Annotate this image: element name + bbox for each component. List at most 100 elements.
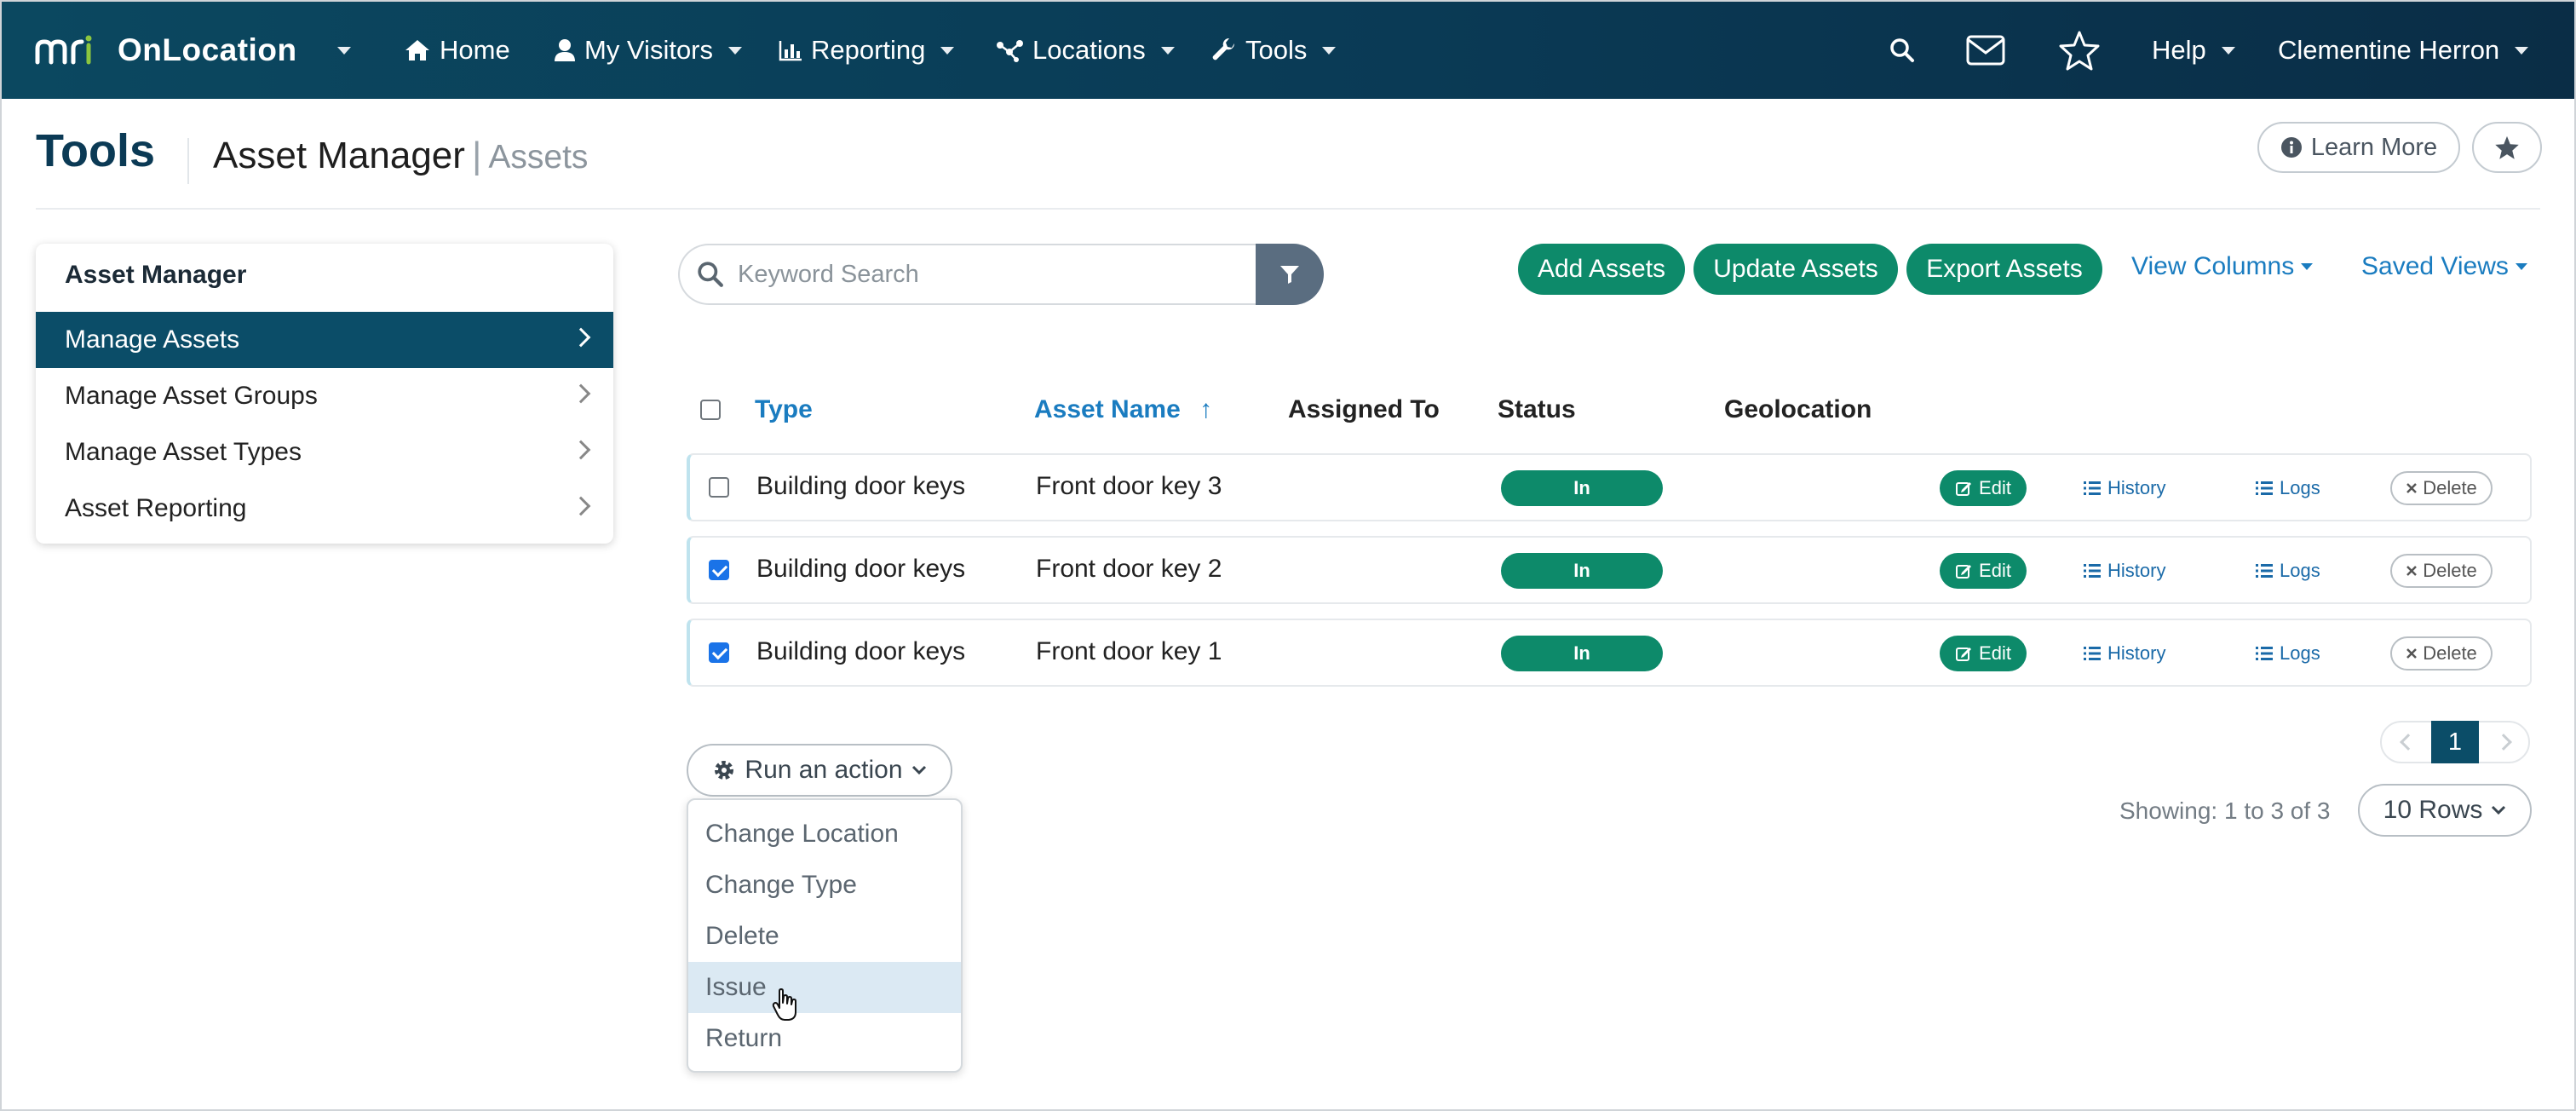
logs-link[interactable]: Logs (2256, 477, 2320, 499)
menu-item-change-type[interactable]: Change Type (688, 860, 961, 911)
select-all-checkbox[interactable] (700, 400, 721, 420)
edit-button[interactable]: Edit (1940, 470, 2027, 506)
rows-per-page-label: 10 Rows (2383, 796, 2483, 824)
column-header-assigned-to: Assigned To (1288, 395, 1440, 423)
edit-icon (1956, 482, 1972, 496)
saved-views-label: Saved Views (2361, 252, 2509, 280)
nav-reporting[interactable]: Reporting (779, 2, 955, 99)
nav-home-label: Home (440, 35, 510, 65)
export-assets-button[interactable]: Export Assets (1906, 244, 2102, 295)
list-icon (2256, 647, 2273, 660)
nav-home[interactable]: Home (404, 2, 510, 99)
star-icon (2495, 135, 2519, 159)
menu-item-return[interactable]: Return (688, 1013, 961, 1064)
history-link[interactable]: History (2084, 560, 2165, 582)
bar-chart-icon (779, 41, 802, 61)
close-icon (2406, 483, 2418, 493)
nav-search-button[interactable] (1889, 2, 1915, 99)
run-action-label: Run an action (745, 756, 903, 784)
nav-favorites-button[interactable] (2058, 2, 2101, 99)
cell-type: Building door keys (756, 555, 966, 583)
sort-ascending-icon: ↑ (1199, 395, 1213, 423)
list-icon (2256, 564, 2273, 578)
next-page-icon[interactable] (2495, 734, 2512, 751)
delete-button[interactable]: Delete (2390, 554, 2493, 588)
nav-tools[interactable]: Tools (1211, 2, 1337, 99)
history-link[interactable]: History (2084, 477, 2165, 499)
table-row: Building door keys Front door key 3 In E… (687, 453, 2532, 521)
gear-icon (715, 761, 734, 780)
row-checkbox[interactable] (709, 560, 729, 580)
view-columns-dropdown[interactable]: View Columns (2131, 252, 2314, 281)
page-subtitle: Asset Manager | Assets (213, 135, 588, 177)
menu-item-change-location[interactable]: Change Location (688, 809, 961, 860)
sidebar-item-manage-assets[interactable]: Manage Assets (36, 312, 613, 368)
edit-button[interactable]: Edit (1940, 636, 2027, 671)
learn-more-label: Learn More (2310, 133, 2438, 161)
nav-my-visitors-label: My Visitors (584, 35, 714, 65)
hand-pointer-cursor-icon (772, 988, 796, 1021)
column-header-type[interactable]: Type (755, 395, 813, 424)
nav-my-visitors[interactable]: My Visitors (554, 2, 743, 99)
sidebar-item-asset-reporting[interactable]: Asset Reporting (36, 481, 613, 537)
search-icon (698, 262, 723, 287)
list-icon (2084, 481, 2101, 495)
rows-per-page-dropdown[interactable]: 10 Rows (2358, 784, 2532, 837)
sidebar-item-label: Manage Asset Types (65, 438, 302, 466)
logs-label: Logs (2280, 560, 2320, 581)
update-assets-button[interactable]: Update Assets (1693, 244, 1898, 295)
chevron-right-icon (571, 496, 591, 516)
add-assets-button[interactable]: Add Assets (1518, 244, 1685, 295)
favorite-page-button[interactable] (2472, 122, 2542, 173)
status-badge: In (1501, 553, 1663, 589)
page-number-current[interactable]: 1 (2431, 721, 2479, 763)
filter-button[interactable] (1256, 244, 1324, 305)
edit-button[interactable]: Edit (1940, 553, 2027, 589)
learn-more-button[interactable]: Learn More (2257, 122, 2460, 173)
list-icon (2084, 564, 2101, 578)
sidebar-item-label: Manage Asset Groups (65, 382, 318, 410)
saved-views-dropdown[interactable]: Saved Views (2361, 252, 2527, 281)
header-divider (36, 208, 2540, 210)
close-icon (2406, 648, 2418, 659)
logs-link[interactable]: Logs (2256, 560, 2320, 582)
history-label: History (2107, 477, 2166, 498)
menu-item-issue[interactable]: Issue (688, 962, 961, 1013)
run-action-menu: Change Location Change Type Delete Issue… (687, 798, 963, 1073)
nav-user-menu[interactable]: Clementine Herron (2278, 2, 2529, 99)
close-icon (2406, 566, 2418, 576)
run-action-button[interactable]: Run an action (687, 744, 952, 797)
edit-label: Edit (1979, 477, 2011, 498)
nav-locations[interactable]: Locations (995, 2, 1175, 99)
chevron-down-icon (940, 46, 955, 55)
sidebar-item-manage-asset-groups[interactable]: Manage Asset Groups (36, 368, 613, 424)
delete-button[interactable]: Delete (2390, 636, 2493, 671)
nav-messages-button[interactable] (1966, 2, 2005, 99)
nav-help-label: Help (2152, 35, 2206, 65)
brand-logo[interactable]: OnLocation (34, 27, 297, 73)
chevron-down-icon (2221, 46, 2235, 55)
chevron-right-icon (571, 327, 591, 348)
brand-dropdown[interactable] (331, 2, 351, 99)
mri-logo-icon (35, 35, 92, 65)
row-checkbox[interactable] (709, 477, 729, 498)
chevron-down-icon (2492, 805, 2506, 815)
row-checkbox[interactable] (709, 642, 729, 663)
column-header-asset-name[interactable]: Asset Name ↑ (1034, 395, 1212, 424)
delete-button[interactable]: Delete (2390, 471, 2493, 505)
sidebar-title: Asset Manager (65, 261, 247, 289)
history-link[interactable]: History (2084, 642, 2165, 665)
edit-icon (1956, 648, 1972, 661)
caret-down-icon (2515, 263, 2527, 270)
prev-page-icon[interactable] (2400, 734, 2417, 751)
logs-link[interactable]: Logs (2256, 642, 2320, 665)
chevron-down-icon (2515, 46, 2529, 55)
table-row: Building door keys Front door key 2 In E… (687, 536, 2532, 604)
nav-help[interactable]: Help (2152, 2, 2235, 99)
menu-item-delete[interactable]: Delete (688, 911, 961, 962)
nav-tools-label: Tools (1245, 35, 1308, 65)
sidebar-item-manage-asset-types[interactable]: Manage Asset Types (36, 424, 613, 481)
cell-asset-name: Front door key 3 (1036, 472, 1222, 500)
envelope-icon (1966, 35, 2005, 66)
keyword-search-input[interactable] (738, 260, 1215, 289)
